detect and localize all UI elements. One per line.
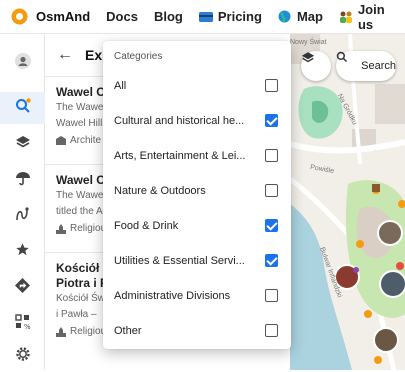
navigation-icon: [15, 278, 30, 298]
category-checkbox[interactable]: [265, 149, 278, 162]
category-checkbox[interactable]: [265, 79, 278, 92]
categories-dropdown: Categories All Cultural and historical h…: [103, 41, 291, 349]
map-canvas: [290, 34, 405, 370]
nav-link-docs[interactable]: Docs: [106, 9, 138, 24]
map-layers-button[interactable]: [301, 51, 331, 81]
rail-weather[interactable]: [0, 164, 45, 196]
category-checkbox[interactable]: [265, 219, 278, 232]
category-checkbox[interactable]: [265, 184, 278, 197]
globe-icon: [278, 10, 292, 24]
account-icon: [14, 52, 31, 74]
categories-header: Categories: [114, 51, 163, 62]
nav-link-map[interactable]: Map: [278, 9, 323, 24]
card-icon: [198, 10, 213, 24]
layers-icon: [15, 135, 31, 154]
nav-link-join-us[interactable]: Join us: [339, 2, 389, 32]
church-icon: [56, 326, 66, 337]
weather-icon: [15, 170, 31, 191]
nav-link-blog[interactable]: Blog: [154, 9, 183, 24]
nav-link-pricing[interactable]: Pricing: [198, 9, 262, 24]
community-icon: [339, 10, 353, 24]
category-option-other[interactable]: Other: [103, 313, 291, 348]
favorites-icon: [15, 242, 30, 262]
rail-plugins[interactable]: %: [0, 308, 45, 340]
tracks-icon: [15, 206, 31, 227]
panel-title: Ex: [85, 47, 103, 63]
map-search-button[interactable]: Search: [336, 51, 396, 81]
top-navbar: OsmAnd Docs Blog Pricing Map Join us: [0, 0, 405, 34]
map-view[interactable]: Nowy Świat Na Gródku Powiśle Bulwar Infl…: [290, 34, 405, 370]
category-checkbox[interactable]: [265, 114, 278, 127]
street-label: Nowy Świat: [290, 39, 327, 46]
search-icon: [336, 51, 356, 72]
category-option-administrative[interactable]: Administrative Divisions: [103, 278, 291, 313]
osmand-logo-icon[interactable]: [11, 8, 28, 25]
search-icon: [15, 97, 31, 119]
plugins-icon: %: [14, 313, 31, 335]
rail-search[interactable]: [0, 92, 45, 124]
category-checkbox[interactable]: [265, 289, 278, 302]
rail-navigation[interactable]: [0, 272, 45, 304]
architecture-icon: [56, 135, 66, 146]
rail-favorites[interactable]: [0, 236, 45, 268]
category-option-food[interactable]: Food & Drink: [103, 208, 291, 243]
category-option-cultural[interactable]: Cultural and historical he...: [103, 103, 291, 138]
rail-account[interactable]: [0, 47, 45, 79]
church-icon: [56, 223, 66, 234]
category-option-all[interactable]: All: [103, 68, 291, 103]
rail-settings[interactable]: [0, 340, 45, 372]
category-option-nature[interactable]: Nature & Outdoors: [103, 173, 291, 208]
category-checkbox[interactable]: [265, 254, 278, 267]
category-checkbox[interactable]: [265, 324, 278, 337]
category-option-arts[interactable]: Arts, Entertainment & Lei...: [103, 138, 291, 173]
sidebar-rail: %: [0, 34, 45, 370]
gear-icon: [15, 346, 31, 367]
brand-name[interactable]: OsmAnd: [36, 9, 90, 24]
back-arrow-icon[interactable]: ←: [57, 46, 73, 64]
rail-layers[interactable]: [0, 128, 45, 160]
category-option-utilities[interactable]: Utilities & Essential Servi...: [103, 243, 291, 278]
svg-text:%: %: [24, 323, 31, 330]
rail-tracks[interactable]: [0, 200, 45, 232]
map-search-label: Search: [361, 60, 396, 72]
